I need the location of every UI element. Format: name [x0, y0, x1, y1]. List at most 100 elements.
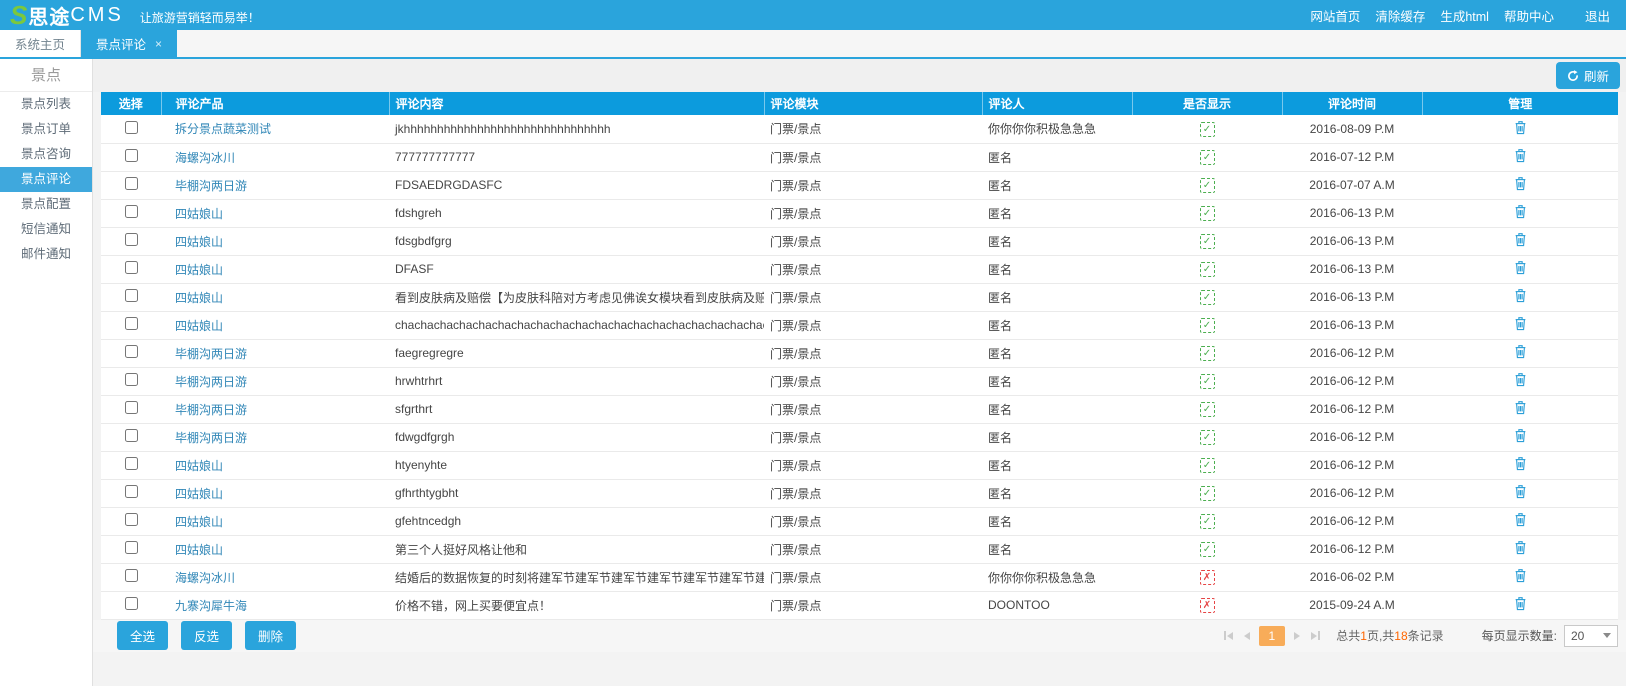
product-link[interactable]: 海螺沟冰川 [175, 151, 235, 165]
top-nav-link[interactable]: 网站首页 [1310, 6, 1360, 25]
visibility-toggle-icon[interactable]: ✓ [1200, 234, 1215, 249]
visibility-toggle-icon[interactable]: ✓ [1200, 486, 1215, 501]
delete-icon[interactable] [1514, 540, 1527, 558]
visibility-toggle-icon[interactable]: ✓ [1200, 206, 1215, 221]
delete-icon[interactable] [1514, 484, 1527, 502]
row-checkbox[interactable] [125, 317, 138, 330]
comment-content-cell: sfgrthrt [389, 395, 764, 423]
top-nav-link[interactable]: 生成html [1440, 6, 1489, 25]
tab-scenic-comments[interactable]: 景点评论 × [81, 30, 177, 57]
sidebar-item[interactable]: 景点订单 [0, 117, 92, 142]
tab-system-home[interactable]: 系统主页 [0, 30, 81, 57]
top-nav-link[interactable]: 帮助中心 [1504, 6, 1554, 25]
delete-icon[interactable] [1514, 120, 1527, 138]
visibility-toggle-icon[interactable]: ✓ [1200, 178, 1215, 193]
next-page-icon[interactable] [1292, 630, 1302, 642]
product-link[interactable]: 毕棚沟两日游 [175, 375, 247, 389]
delete-icon[interactable] [1514, 456, 1527, 474]
visibility-toggle-icon[interactable]: ✗ [1200, 570, 1215, 585]
row-checkbox[interactable] [125, 373, 138, 386]
visibility-toggle-icon[interactable]: ✓ [1200, 318, 1215, 333]
delete-icon[interactable] [1514, 260, 1527, 278]
product-link[interactable]: 拆分景点蔬菜测试 [175, 122, 271, 136]
sidebar-item[interactable]: 短信通知 [0, 217, 92, 242]
column-header-content: 评论内容 [389, 92, 764, 115]
row-checkbox[interactable] [125, 121, 138, 134]
row-checkbox[interactable] [125, 289, 138, 302]
visibility-toggle-icon[interactable]: ✓ [1200, 402, 1215, 417]
delete-icon[interactable] [1514, 176, 1527, 194]
delete-icon[interactable] [1514, 428, 1527, 446]
visibility-toggle-icon[interactable]: ✓ [1200, 290, 1215, 305]
delete-icon[interactable] [1514, 316, 1527, 334]
visibility-toggle-icon[interactable]: ✓ [1200, 514, 1215, 529]
product-link[interactable]: 四姑娘山 [175, 263, 223, 277]
row-checkbox[interactable] [125, 597, 138, 610]
product-link[interactable]: 毕棚沟两日游 [175, 179, 247, 193]
delete-icon[interactable] [1514, 232, 1527, 250]
visibility-toggle-icon[interactable]: ✓ [1200, 374, 1215, 389]
page-size-select[interactable]: 20 [1564, 625, 1618, 647]
row-checkbox[interactable] [125, 513, 138, 526]
delete-button[interactable]: 删除 [245, 621, 296, 650]
visibility-toggle-icon[interactable]: ✓ [1200, 122, 1215, 137]
row-checkbox[interactable] [125, 233, 138, 246]
product-link[interactable]: 四姑娘山 [175, 487, 223, 501]
row-checkbox[interactable] [125, 541, 138, 554]
top-nav-link[interactable]: 清除缓存 [1375, 6, 1425, 25]
refresh-button[interactable]: 刷新 [1556, 62, 1620, 89]
row-checkbox[interactable] [125, 261, 138, 274]
select-all-button[interactable]: 全选 [117, 621, 168, 650]
row-checkbox[interactable] [125, 205, 138, 218]
delete-icon[interactable] [1514, 204, 1527, 222]
current-page-button[interactable]: 1 [1259, 626, 1286, 646]
product-link[interactable]: 四姑娘山 [175, 319, 223, 333]
top-nav-link[interactable]: 退出 [1585, 6, 1610, 25]
row-checkbox[interactable] [125, 401, 138, 414]
row-checkbox[interactable] [125, 429, 138, 442]
product-link[interactable]: 海螺沟冰川 [175, 571, 235, 585]
delete-icon[interactable] [1514, 344, 1527, 362]
row-checkbox[interactable] [125, 485, 138, 498]
visibility-toggle-icon[interactable]: ✓ [1200, 262, 1215, 277]
delete-icon[interactable] [1514, 148, 1527, 166]
visibility-toggle-icon[interactable]: ✗ [1200, 598, 1215, 613]
invert-selection-button[interactable]: 反选 [181, 621, 232, 650]
row-checkbox[interactable] [125, 457, 138, 470]
product-link[interactable]: 四姑娘山 [175, 207, 223, 221]
visibility-toggle-icon[interactable]: ✓ [1200, 346, 1215, 361]
product-link[interactable]: 四姑娘山 [175, 459, 223, 473]
delete-icon[interactable] [1514, 288, 1527, 306]
row-checkbox[interactable] [125, 177, 138, 190]
product-link[interactable]: 四姑娘山 [175, 235, 223, 249]
product-link[interactable]: 四姑娘山 [175, 543, 223, 557]
sidebar-item[interactable]: 景点评论 [0, 167, 92, 192]
row-checkbox[interactable] [125, 345, 138, 358]
first-page-icon[interactable] [1222, 629, 1235, 642]
product-link[interactable]: 毕棚沟两日游 [175, 403, 247, 417]
visibility-toggle-icon[interactable]: ✓ [1200, 430, 1215, 445]
sidebar-item[interactable]: 邮件通知 [0, 242, 92, 267]
previous-page-icon[interactable] [1242, 630, 1252, 642]
product-link[interactable]: 九寨沟犀牛海 [175, 599, 247, 613]
tab-close-icon[interactable]: × [155, 37, 162, 51]
sidebar-item[interactable]: 景点咨询 [0, 142, 92, 167]
product-link[interactable]: 四姑娘山 [175, 515, 223, 529]
delete-icon[interactable] [1514, 400, 1527, 418]
delete-icon[interactable] [1514, 512, 1527, 530]
delete-icon[interactable] [1514, 568, 1527, 586]
visibility-toggle-icon[interactable]: ✓ [1200, 150, 1215, 165]
product-link[interactable]: 毕棚沟两日游 [175, 347, 247, 361]
commenter-cell: 匿名 [982, 143, 1132, 171]
visibility-toggle-icon[interactable]: ✓ [1200, 458, 1215, 473]
sidebar-item[interactable]: 景点列表 [0, 92, 92, 117]
product-link[interactable]: 四姑娘山 [175, 291, 223, 305]
delete-icon[interactable] [1514, 372, 1527, 390]
row-checkbox[interactable] [125, 569, 138, 582]
last-page-icon[interactable] [1309, 629, 1322, 642]
product-link[interactable]: 毕棚沟两日游 [175, 431, 247, 445]
visibility-toggle-icon[interactable]: ✓ [1200, 542, 1215, 557]
delete-icon[interactable] [1514, 596, 1527, 614]
sidebar-item[interactable]: 景点配置 [0, 192, 92, 217]
row-checkbox[interactable] [125, 149, 138, 162]
